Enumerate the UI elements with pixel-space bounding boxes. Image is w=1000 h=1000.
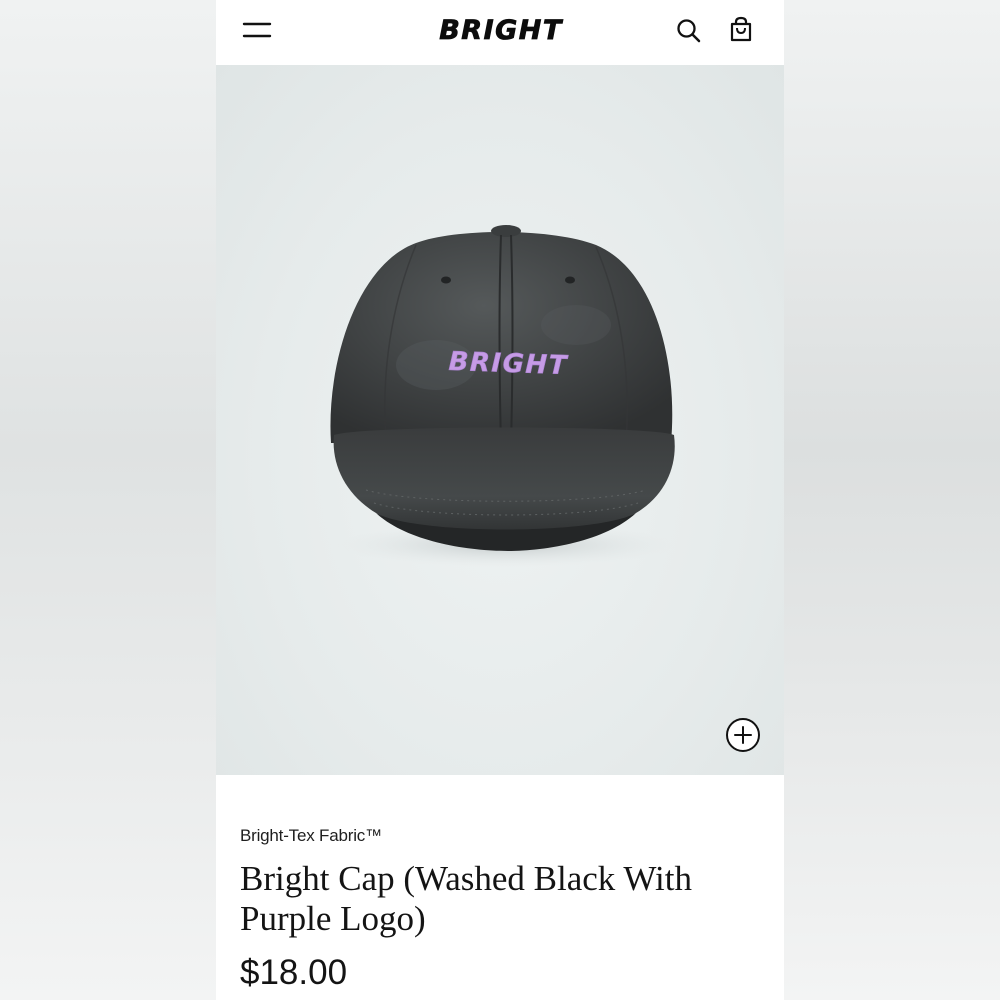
- product-info: Bright-Tex Fabric™ Bright Cap (Washed Bl…: [216, 775, 784, 1000]
- hamburger-menu-icon: [242, 22, 272, 38]
- product-title: Bright Cap (Washed Black With Purple Log…: [240, 859, 692, 938]
- background-right: [784, 0, 1000, 1000]
- site-header: BRIGHT: [216, 0, 784, 65]
- zoom-button[interactable]: [725, 717, 761, 753]
- plus-circle-icon: [726, 718, 760, 752]
- product-image[interactable]: BRIGHT: [216, 65, 784, 775]
- shopping-bag-icon: [730, 16, 752, 42]
- background-left: [0, 0, 216, 1000]
- search-icon: [677, 19, 701, 43]
- search-button[interactable]: [674, 16, 704, 46]
- mobile-page: BRIGHT BRIGHT Bright-Tex Fabric™ Bright …: [216, 0, 784, 1000]
- product-price: $18.00: [240, 953, 348, 992]
- cap-logo-text: BRIGHT: [448, 347, 569, 381]
- fabric-label[interactable]: Bright-Tex Fabric™: [240, 826, 382, 846]
- brand-logo[interactable]: BRIGHT: [431, 10, 571, 50]
- cap-photo: BRIGHT: [330, 225, 676, 567]
- brand-logo-text: BRIGHT: [439, 15, 564, 46]
- cart-button[interactable]: [726, 15, 756, 45]
- menu-button[interactable]: [238, 16, 276, 44]
